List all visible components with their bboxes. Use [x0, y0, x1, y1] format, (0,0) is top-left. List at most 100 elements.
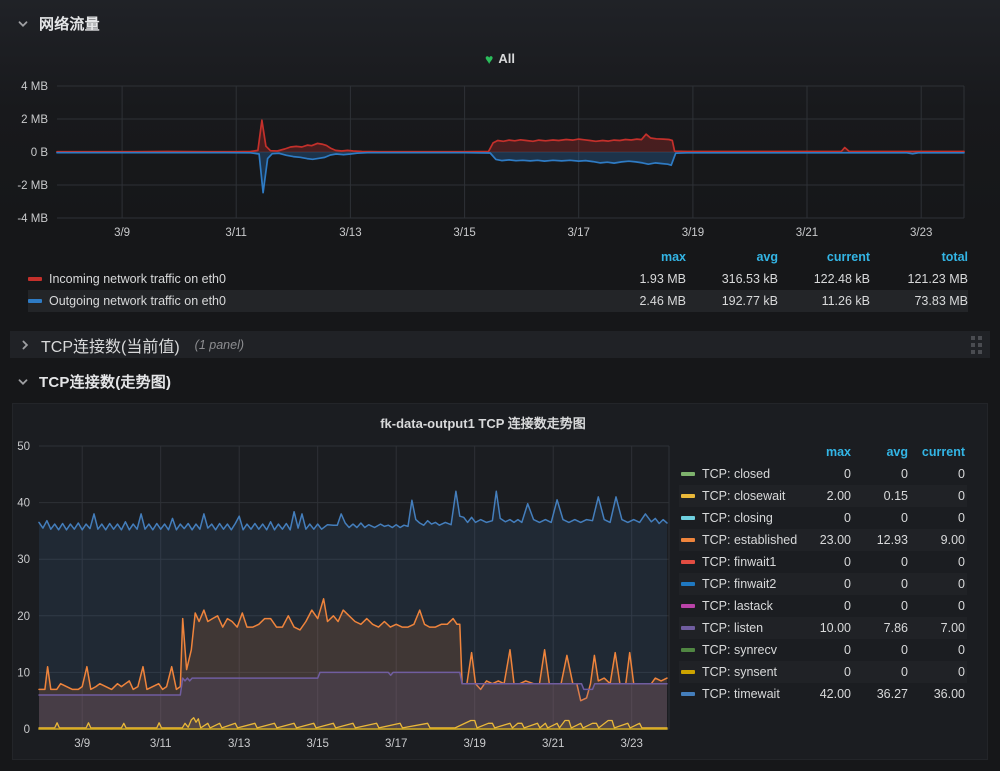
series-label[interactable]: TCP: finwait1: [702, 555, 776, 569]
legend-row[interactable]: TCP: finwait2000: [679, 573, 967, 595]
legend-col-header-current[interactable]: current: [778, 250, 870, 264]
legend-row[interactable]: Outgoing network traffic on eth02.46 MB1…: [28, 290, 968, 312]
series-label[interactable]: TCP: lastack: [702, 599, 773, 613]
svg-text:2 MB: 2 MB: [21, 114, 48, 126]
heart-icon: ♥: [485, 51, 493, 67]
legend-value: 0: [794, 467, 851, 481]
row-header-network[interactable]: 网络流量: [16, 13, 100, 34]
legend-label-cell: TCP: closewait: [681, 489, 794, 503]
series-label[interactable]: TCP: closewait: [702, 489, 785, 503]
series-label[interactable]: Incoming network traffic on eth0: [49, 272, 226, 286]
network-traffic-chart[interactable]: -4 MB-2 MB0 B2 MB4 MB3/93/113/133/153/17…: [0, 77, 1000, 245]
legend-row[interactable]: TCP: finwait1000: [679, 551, 967, 573]
legend-col-header-avg[interactable]: avg: [851, 445, 908, 459]
series-label[interactable]: TCP: synsent: [702, 665, 777, 679]
legend-col-header-max[interactable]: max: [594, 250, 686, 264]
svg-text:0: 0: [24, 724, 30, 736]
series-color-swatch[interactable]: [681, 472, 695, 476]
series-color-swatch[interactable]: [681, 560, 695, 564]
legend-label-cell: TCP: listen: [681, 621, 794, 635]
legend-row[interactable]: TCP: timewait 42.0036.2736.00: [679, 683, 967, 705]
series-color-swatch[interactable]: [681, 516, 695, 520]
series-color-swatch[interactable]: [681, 604, 695, 608]
series-color-swatch[interactable]: [681, 626, 695, 630]
series-color-swatch[interactable]: [681, 538, 695, 542]
series-label[interactable]: TCP: finwait2: [702, 577, 776, 591]
legend-row[interactable]: TCP: synsent000: [679, 661, 967, 683]
legend-value: 0: [908, 643, 965, 657]
legend-value: 0: [794, 577, 851, 591]
panel-title-text: All: [498, 51, 515, 66]
svg-text:4 MB: 4 MB: [21, 81, 48, 93]
chevron-down-icon: [16, 375, 30, 389]
series-label[interactable]: TCP: synrecv: [702, 643, 777, 657]
legend-col-header-total[interactable]: total: [870, 250, 968, 264]
svg-text:10: 10: [17, 667, 30, 679]
legend-row[interactable]: TCP: established23.0012.939.00: [679, 529, 967, 551]
tcp-trend-panel: fk-data-output1 TCP 连接数走势图 010203040503/…: [12, 403, 988, 760]
series-label[interactable]: TCP: closed: [702, 467, 770, 481]
legend-value: 0: [851, 467, 908, 481]
legend-row[interactable]: Incoming network traffic on eth01.93 MB3…: [28, 268, 968, 290]
series-color-swatch[interactable]: [681, 582, 695, 586]
legend-value: 122.48 kB: [778, 272, 870, 286]
legend-value: 36.00: [908, 687, 965, 701]
network-panel-title[interactable]: ♥ All: [0, 51, 1000, 67]
legend-value: 0: [794, 511, 851, 525]
series-color-swatch[interactable]: [28, 277, 42, 281]
legend-label-cell: TCP: lastack: [681, 599, 794, 613]
row-header-tcp-trend[interactable]: TCP连接数(走势图): [16, 371, 171, 392]
legend-value: 316.53 kB: [686, 272, 778, 286]
legend-value: 0: [851, 555, 908, 569]
legend-value: 42.00: [794, 687, 851, 701]
legend-col-header-max[interactable]: max: [794, 445, 851, 459]
tcp-legend: maxavgcurrentTCP: closed000TCP: closewai…: [679, 441, 967, 705]
svg-text:3/19: 3/19: [682, 227, 704, 239]
legend-value: 0: [794, 555, 851, 569]
legend-label-cell: TCP: closing: [681, 511, 794, 525]
series-label[interactable]: TCP: established: [702, 533, 797, 547]
series-color-swatch[interactable]: [681, 648, 695, 652]
legend-value: 0: [908, 467, 965, 481]
series-color-swatch[interactable]: [681, 692, 695, 696]
tcp-connections-chart[interactable]: 010203040503/93/113/133/153/173/193/213/…: [13, 404, 689, 760]
legend-value: 9.00: [908, 533, 965, 547]
legend-value: 0: [908, 555, 965, 569]
legend-col-header-current[interactable]: current: [908, 445, 965, 459]
legend-row[interactable]: TCP: synrecv000: [679, 639, 967, 661]
series-label[interactable]: TCP: listen: [702, 621, 763, 635]
legend-label-cell: TCP: closed: [681, 467, 794, 481]
series-color-swatch[interactable]: [28, 299, 42, 303]
legend-row[interactable]: TCP: closed000: [679, 463, 967, 485]
legend-header-row: maxavgcurrenttotal: [28, 246, 968, 268]
legend-label-cell: Outgoing network traffic on eth0: [28, 294, 594, 308]
legend-row[interactable]: TCP: closewait2.000.150: [679, 485, 967, 507]
svg-text:40: 40: [17, 498, 30, 510]
svg-text:-4 MB: -4 MB: [17, 213, 48, 225]
legend-row[interactable]: TCP: lastack000: [679, 595, 967, 617]
series-color-swatch[interactable]: [681, 670, 695, 674]
legend-label-cell: Incoming network traffic on eth0: [28, 272, 594, 286]
series-color-swatch[interactable]: [681, 494, 695, 498]
legend-label-cell: TCP: synrecv: [681, 643, 794, 657]
legend-value: 36.27: [851, 687, 908, 701]
series-label[interactable]: TCP: closing: [702, 511, 773, 525]
legend-value: 0: [794, 643, 851, 657]
legend-value: 0: [851, 643, 908, 657]
series-label[interactable]: Outgoing network traffic on eth0: [49, 294, 226, 308]
legend-value: 0: [908, 489, 965, 503]
svg-text:3/13: 3/13: [339, 227, 361, 239]
legend-row[interactable]: TCP: listen10.007.867.00: [679, 617, 967, 639]
svg-text:0 B: 0 B: [31, 147, 49, 159]
svg-text:3/13: 3/13: [228, 738, 250, 750]
legend-col-header-avg[interactable]: avg: [686, 250, 778, 264]
legend-value: 0: [908, 577, 965, 591]
legend-label-cell: TCP: timewait: [681, 687, 794, 701]
series-label[interactable]: TCP: timewait: [702, 687, 780, 701]
legend-row[interactable]: TCP: closing000: [679, 507, 967, 529]
legend-value: 0: [851, 511, 908, 525]
drag-handle-icon[interactable]: [969, 334, 984, 356]
legend-value: 2.46 MB: [594, 294, 686, 308]
row-header-tcp-current[interactable]: TCP连接数(当前值) (1 panel): [10, 331, 990, 358]
svg-text:3/21: 3/21: [542, 738, 564, 750]
